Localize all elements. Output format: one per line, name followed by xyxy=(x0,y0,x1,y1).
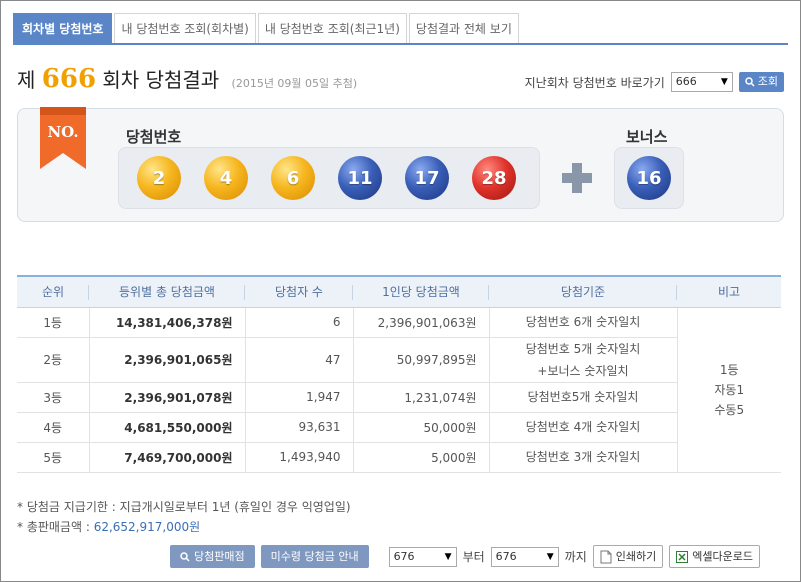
chevron-down-icon: ▼ xyxy=(546,551,554,562)
unclaimed-prize-label: 미수령 당첨금 안내 xyxy=(270,550,359,563)
table-row: 2등 2,396,901,065원 47 50,997,895원 당첨번호 5개… xyxy=(17,337,781,383)
col-note: 비고 xyxy=(677,275,781,308)
col-winners: 당첨자 수 xyxy=(245,275,353,308)
number-ball: 17 xyxy=(405,156,449,200)
number-ball: 4 xyxy=(204,156,248,200)
excel-download-button[interactable]: 엑셀다운로드 xyxy=(669,545,760,568)
winning-stores-button[interactable]: 당첨판매점 xyxy=(170,545,255,568)
per-winner-cell: 50,000원 xyxy=(352,412,489,443)
bonus-ball: 16 xyxy=(627,156,671,200)
per-winner-cell: 2,396,901,063원 xyxy=(352,307,489,338)
col-per-winner: 1인당 당첨금액 xyxy=(353,275,489,308)
total-prize-cell: 4,681,550,000원 xyxy=(88,412,245,443)
prize-table: 순위 등위별 총 당첨금액 당첨자 수 1인당 당첨금액 당첨기준 비고 1등 … xyxy=(17,275,781,473)
criteria-cell: 당첨번호 5개 숫자일치 +보너스 숫자일치 xyxy=(488,337,677,383)
total-sales-value: 62,652,917,000원 xyxy=(93,520,201,534)
search-button-label: 조회 xyxy=(757,75,778,88)
winners-cell: 93,631 xyxy=(244,412,353,443)
per-winner-cell: 50,997,895원 xyxy=(352,337,489,383)
winners-cell: 6 xyxy=(244,307,353,338)
number-ball: 2 xyxy=(137,156,181,200)
unclaimed-prize-button[interactable]: 미수령 당첨금 안내 xyxy=(260,545,369,568)
payment-deadline-note: * 당첨금 지급기한 : 지급개시일로부터 1년 (휴일인 경우 익영업일) xyxy=(17,500,351,514)
col-total-prize: 등위별 총 당첨금액 xyxy=(89,275,245,308)
chevron-down-icon: ▼ xyxy=(444,551,452,562)
rank-cell: 3등 xyxy=(17,382,89,413)
draw-date: (2015년 09월 05일 추첨) xyxy=(231,77,358,90)
round-select[interactable]: 666 ▼ xyxy=(670,72,733,92)
rank-cell: 2등 xyxy=(17,337,89,383)
round-number: 666 xyxy=(41,64,97,94)
from-label: 부터 xyxy=(462,550,485,564)
per-winner-cell: 5,000원 xyxy=(352,442,489,473)
per-winner-cell: 1,231,074원 xyxy=(352,382,489,413)
col-rank: 순위 xyxy=(17,275,89,308)
print-label: 인쇄하기 xyxy=(615,550,657,563)
to-round-select[interactable]: 676 ▼ xyxy=(490,546,559,567)
tab-all-results[interactable]: 당첨결과 전체 보기 xyxy=(408,13,519,43)
table-header-row: 순위 등위별 총 당첨금액 당첨자 수 1인당 당첨금액 당첨기준 비고 xyxy=(17,275,781,308)
criteria-cell: 당첨번호 3개 숫자일치 xyxy=(488,442,677,473)
no-badge-text: NO. xyxy=(47,123,78,141)
winners-cell: 1,947 xyxy=(244,382,353,413)
no-badge: NO. xyxy=(40,107,86,169)
from-round-select[interactable]: 676 ▼ xyxy=(388,546,457,567)
excel-label: 엑셀다운로드 xyxy=(692,550,753,563)
round-jump-label: 지난회차 당첨번호 바로가기 xyxy=(524,75,665,90)
tab-my-numbers-last-year[interactable]: 내 당첨번호 조회(최근1년) xyxy=(257,13,407,43)
number-ball: 28 xyxy=(472,156,516,200)
total-sales-note: * 총판매금액 : 62,652,917,000원 xyxy=(17,520,201,534)
table-row: 4등 4,681,550,000원 93,631 50,000원 당첨번호 4개… xyxy=(17,412,781,443)
table-row: 1등 14,381,406,378원 6 2,396,901,063원 당첨번호… xyxy=(17,307,781,473)
rank-cell: 1등 xyxy=(17,307,89,338)
table-row: 3등 2,396,901,078원 1,947 1,231,074원 당첨번호5… xyxy=(17,382,781,413)
bonus-label: 보너스 xyxy=(626,128,668,146)
draw-result-panel: NO. 당첨번호 보너스 2 4 6 11 17 28 16 xyxy=(17,107,784,222)
criteria-cell: 당첨번호5개 숫자일치 xyxy=(488,382,677,413)
chevron-down-icon: ▼ xyxy=(720,77,728,87)
tab-bar: 회차별 당첨번호 내 당첨번호 조회(회차별) 내 당첨번호 조회(최근1년) … xyxy=(13,13,788,45)
winning-numbers-label: 당첨번호 xyxy=(126,128,182,146)
title-prefix: 제 xyxy=(17,68,36,92)
total-prize-cell: 14,381,406,378원 xyxy=(88,307,245,338)
number-ball: 11 xyxy=(338,156,382,200)
search-icon xyxy=(180,551,190,562)
criteria-cell: 당첨번호 4개 숫자일치 xyxy=(488,412,677,443)
to-label: 까지 xyxy=(564,550,587,564)
total-prize-cell: 7,469,700,000원 xyxy=(88,442,245,473)
excel-icon xyxy=(676,550,689,563)
print-button[interactable]: 인쇄하기 xyxy=(592,545,664,568)
total-prize-cell: 2,396,901,078원 xyxy=(88,382,245,413)
plus-icon xyxy=(562,163,592,193)
round-select-value: 666 xyxy=(675,75,697,88)
winning-numbers-well: 2 4 6 11 17 28 xyxy=(118,147,540,209)
criteria-cell: 당첨번호 6개 숫자일치 xyxy=(488,307,677,338)
page-title: 제 666 회차 당첨결과 (2015년 09월 05일 추첨) xyxy=(17,64,357,94)
search-icon xyxy=(745,77,755,87)
col-criteria: 당첨기준 xyxy=(489,275,677,308)
document-icon xyxy=(600,550,612,563)
footer-notes: * 당첨금 지급기한 : 지급개시일로부터 1년 (휴일인 경우 익영업일) *… xyxy=(17,497,351,537)
title-suffix: 회차 당첨결과 xyxy=(102,68,220,92)
tab-round-numbers[interactable]: 회차별 당첨번호 xyxy=(13,13,113,43)
winning-stores-label: 당첨판매점 xyxy=(194,550,245,563)
rank-cell: 5등 xyxy=(17,442,89,473)
tab-my-numbers-by-round[interactable]: 내 당첨번호 조회(회차별) xyxy=(114,13,256,43)
table-row: 5등 7,469,700,000원 1,493,940 5,000원 당첨번호 … xyxy=(17,442,781,473)
total-prize-cell: 2,396,901,065원 xyxy=(88,337,245,383)
round-jump: 지난회차 당첨번호 바로가기 666 ▼ 조회 xyxy=(525,72,784,92)
number-ball: 6 xyxy=(271,156,315,200)
rank-cell: 4등 xyxy=(17,412,89,443)
bonus-number-well: 16 xyxy=(614,147,684,209)
winners-cell: 1,493,940 xyxy=(244,442,353,473)
winners-cell: 47 xyxy=(244,337,353,383)
bottom-toolbar: 당첨판매점 미수령 당첨금 안내 676 ▼ 부터 676 ▼ 까지 인쇄하기 엑셀… xyxy=(170,545,760,568)
note-cell: 1등 자동1 수동5 xyxy=(676,307,781,473)
search-button[interactable]: 조회 xyxy=(738,72,784,92)
